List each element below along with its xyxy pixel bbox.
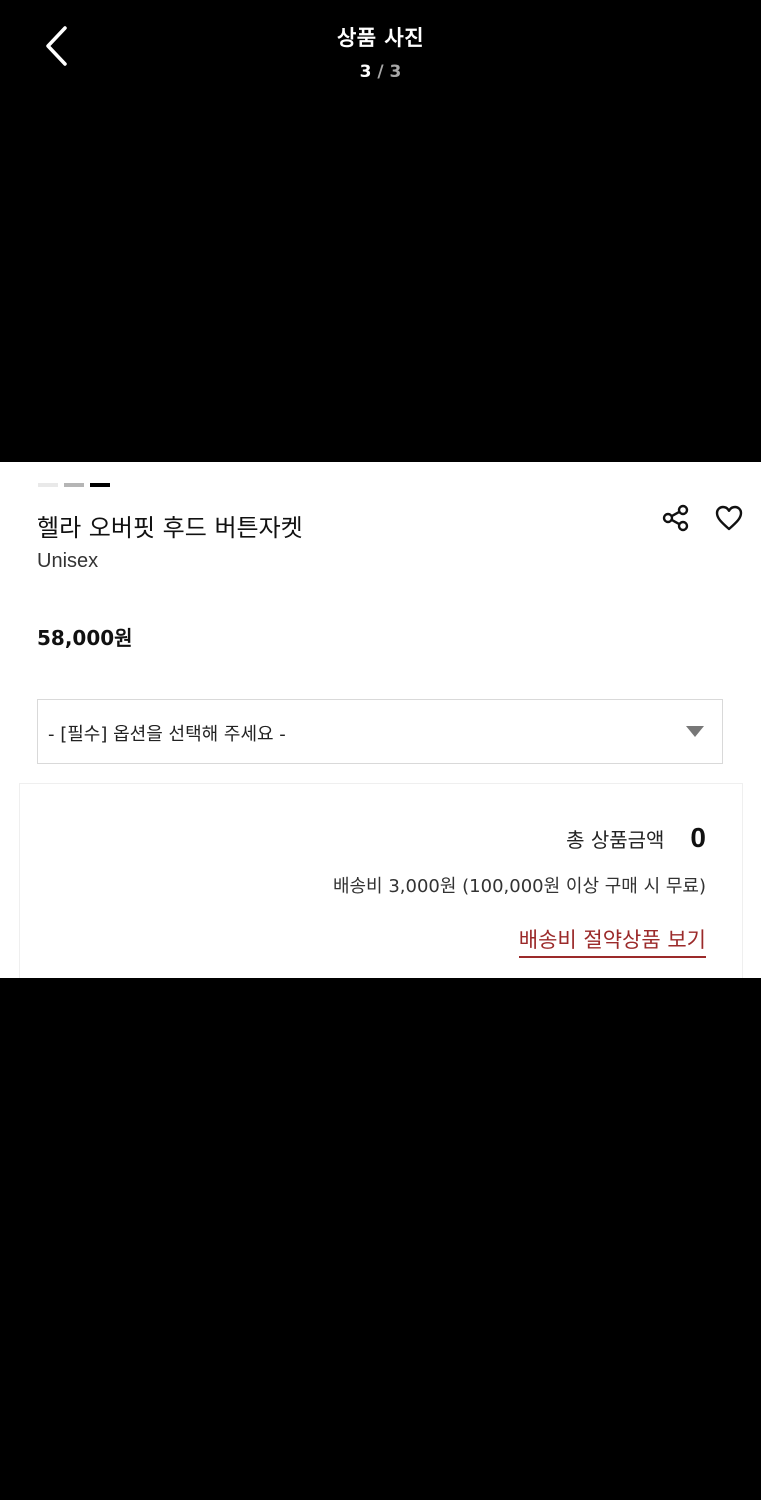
total-price-label: 총 상품금액 xyxy=(566,828,665,852)
total-price-row: 총 상품금액 0 xyxy=(566,822,706,854)
like-button[interactable] xyxy=(713,502,745,534)
product-info-panel: 헬라 오버핏 후드 버튼자켓 Unisex 58,000원 - [필수] 옵션을… xyxy=(0,462,761,983)
share-button[interactable] xyxy=(660,502,692,534)
share-icon xyxy=(662,504,689,532)
total-pages: 3 xyxy=(389,62,402,82)
shipping-saving-products-link[interactable]: 배송비 절약상품 보기 xyxy=(518,924,706,958)
caret-down-icon xyxy=(686,726,704,737)
heart-icon xyxy=(715,505,743,531)
product-subtitle: Unisex xyxy=(37,550,99,572)
page-separator: / xyxy=(377,62,384,82)
option-select[interactable]: - [필수] 옵션을 선택해 주세요 - xyxy=(37,699,723,764)
slide-indicator-1[interactable] xyxy=(38,483,58,487)
current-page: 3 xyxy=(359,62,372,82)
shipping-fee-note: 배송비 3,000원 (100,000원 이상 구매 시 무료) xyxy=(332,876,706,897)
product-price: 58,000원 xyxy=(37,626,133,650)
product-photo-screen: 상품 사진 3 / 3 헬라 오버핏 후드 버튼자켓 Unisex 58,000… xyxy=(0,0,761,1500)
option-select-placeholder: - [필수] 옵션을 선택해 주세요 - xyxy=(48,724,286,745)
page-title: 상품 사진 xyxy=(336,26,425,50)
photo-page-counter: 3 / 3 xyxy=(0,62,761,82)
order-summary-box: 총 상품금액 0 배송비 3,000원 (100,000원 이상 구매 시 무료… xyxy=(19,783,743,983)
total-price-value: 0 xyxy=(690,822,706,853)
product-name: 헬라 오버핏 후드 버튼자켓 xyxy=(37,514,303,542)
slide-indicator-2[interactable] xyxy=(64,483,84,487)
slide-indicator-3[interactable] xyxy=(90,483,110,487)
slide-indicators xyxy=(38,483,110,487)
photo-viewer-header: 상품 사진 3 / 3 xyxy=(0,0,761,100)
bottom-overlay xyxy=(0,978,761,1500)
product-photo-viewport[interactable] xyxy=(0,100,761,462)
